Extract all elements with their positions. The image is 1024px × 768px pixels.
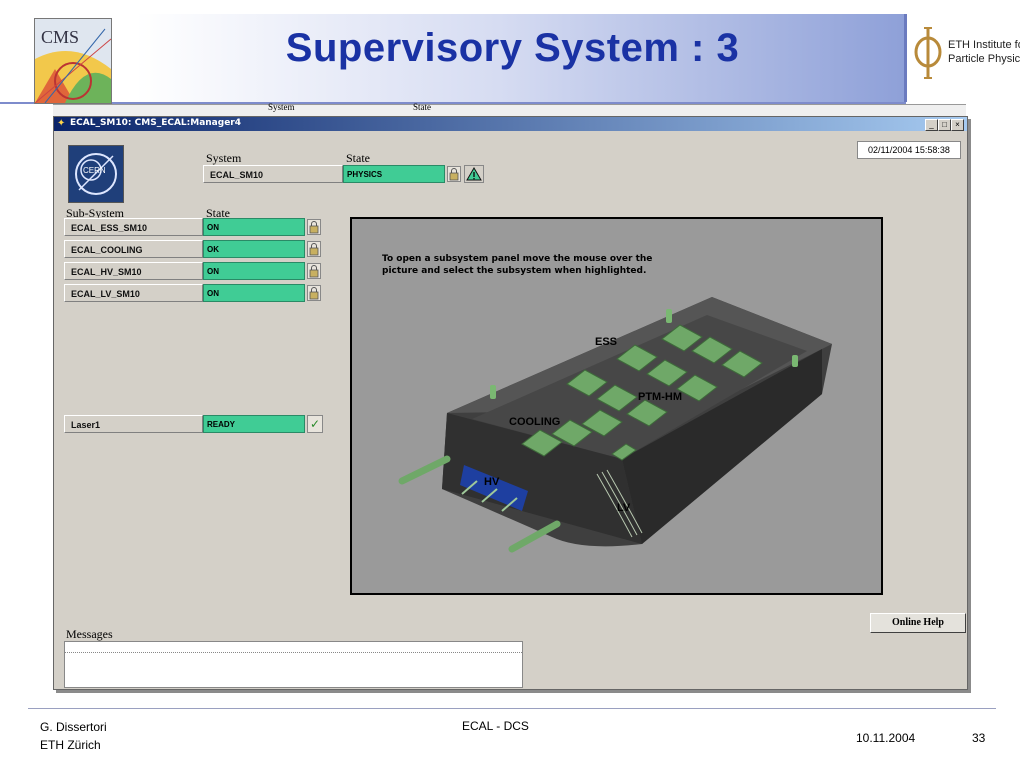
warning-icon[interactable]	[464, 165, 484, 183]
subsystem-state[interactable]: ON	[203, 284, 305, 302]
slide-title: Supervisory System : 3	[285, 26, 740, 70]
lock-icon[interactable]	[307, 285, 321, 301]
datetime-display: 02/11/2004 15:58:38	[857, 141, 961, 159]
header-edge	[904, 14, 907, 102]
app-icon: ✦	[57, 118, 66, 129]
subsystem-name[interactable]: ECAL_HV_SM10	[64, 262, 203, 280]
window-title: ECAL_SM10: CMS_ECAL:Manager4	[70, 118, 241, 128]
eth-logo-line2: Particle Physics	[948, 53, 1020, 65]
system-state[interactable]: PHYSICS	[343, 165, 445, 183]
window-titlebar[interactable]: ✦ ECAL_SM10: CMS_ECAL:Manager4 _ □ ×	[54, 117, 967, 131]
checkmark-icon: ✓	[307, 415, 323, 433]
laser-state[interactable]: READY	[203, 415, 305, 433]
system-header: System	[206, 151, 242, 165]
footer-institute: ETH Zürich	[40, 738, 101, 752]
page-number: 33	[972, 731, 986, 745]
maximize-button[interactable]: □	[938, 119, 951, 131]
lock-icon[interactable]	[307, 241, 321, 257]
minimize-button[interactable]: _	[925, 119, 938, 131]
eth-logo-line1: ETH Institute for	[948, 39, 1020, 51]
subsystem-state[interactable]: ON	[203, 218, 305, 236]
footer-date: 10.11.2004	[856, 731, 916, 745]
footer-author: G. Dissertori	[40, 720, 107, 734]
supermodule-drawing[interactable]: ESS PTM-HM COOLING HV LV	[352, 219, 881, 593]
cms-logo-text: CMS	[41, 27, 79, 47]
peek-system-label: System	[268, 102, 295, 112]
cooling-label[interactable]: COOLING	[509, 416, 560, 428]
ptm-hm-label[interactable]: PTM-HM	[638, 391, 682, 403]
ess-label[interactable]: ESS	[595, 336, 617, 348]
laser-name[interactable]: Laser1	[64, 415, 203, 433]
hv-label[interactable]: HV	[484, 476, 500, 488]
cern-logo-text: CERN	[83, 166, 106, 175]
subsystem-name[interactable]: ECAL_LV_SM10	[64, 284, 203, 302]
eth-logo: ETH Institute for Particle Physics	[910, 22, 1024, 82]
app-window: ✦ ECAL_SM10: CMS_ECAL:Manager4 _ □ × CER…	[53, 116, 968, 690]
cern-logo: CERN	[68, 145, 124, 203]
system-name[interactable]: ECAL_SM10	[203, 165, 343, 183]
lock-icon[interactable]	[447, 166, 461, 182]
close-button[interactable]: ×	[951, 119, 964, 131]
subsystem-state[interactable]: ON	[203, 262, 305, 280]
footer-rule	[28, 708, 996, 709]
lock-icon[interactable]	[307, 219, 321, 235]
lv-label[interactable]: LV	[617, 502, 631, 514]
peek-state-label: State	[413, 102, 431, 112]
system-state-header: State	[346, 151, 370, 165]
detector-view[interactable]: To open a subsystem panel move the mouse…	[350, 217, 883, 595]
online-help-button[interactable]: Online Help	[870, 613, 966, 633]
messages-box[interactable]	[64, 641, 523, 688]
subsystem-name[interactable]: ECAL_ESS_SM10	[64, 218, 203, 236]
lock-icon[interactable]	[307, 263, 321, 279]
subsystem-state[interactable]: OK	[203, 240, 305, 258]
footer-center: ECAL - DCS	[462, 719, 529, 733]
messages-label: Messages	[66, 627, 113, 641]
cms-logo: CMS	[34, 18, 112, 104]
subsystem-name[interactable]: ECAL_COOLING	[64, 240, 203, 258]
messages-line	[65, 642, 522, 653]
